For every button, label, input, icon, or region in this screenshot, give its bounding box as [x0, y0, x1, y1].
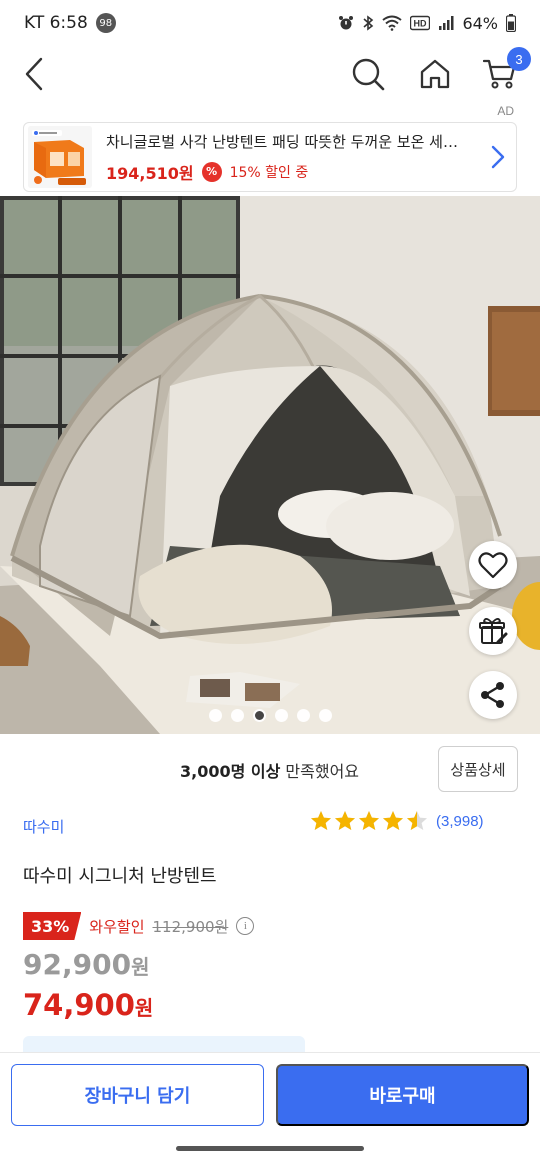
back-button[interactable]: [12, 52, 56, 96]
original-price: 112,900원: [152, 917, 229, 936]
star-rating: [310, 810, 428, 832]
star-icon: [335, 811, 355, 830]
ad-label: AD: [497, 104, 514, 118]
ad-title: 차니글로벌 사각 난방텐트 패딩 따뜻한 두꺼운 보온 세…: [106, 132, 458, 151]
star-icon: [383, 811, 403, 830]
sale-price-number: 92,900: [23, 948, 132, 981]
cart-button[interactable]: 3: [478, 47, 531, 96]
final-price: 74,900원: [23, 988, 153, 1022]
battery-icon: [506, 14, 516, 32]
rating[interactable]: (3,998): [310, 810, 484, 832]
star-icon: [311, 811, 331, 830]
satisfaction-count: 3,000명 이상: [180, 762, 281, 781]
home-icon: [420, 59, 450, 89]
discount-row: 33% 와우할인 112,900원 i: [23, 912, 255, 940]
gesture-bar[interactable]: [176, 1146, 364, 1151]
carousel-dot[interactable]: [318, 709, 332, 722]
alarm-icon: [338, 15, 354, 31]
top-nav: 3: [0, 46, 540, 102]
share-icon: [481, 682, 504, 708]
gift-button[interactable]: [469, 607, 517, 655]
carousel-dot[interactable]: [296, 709, 310, 722]
notification-badge: 98: [95, 13, 116, 33]
buy-now-button[interactable]: 바로구매: [276, 1064, 529, 1126]
satisfaction-suffix: 만족했어요: [280, 762, 360, 781]
bluetooth-icon: [362, 15, 374, 31]
cart-count-badge: 3: [507, 47, 531, 71]
info-icon[interactable]: i: [236, 917, 255, 935]
chevron-left-icon: [25, 57, 43, 91]
product-detail-page: KT 6:58 98 HD 64% 3 AD 차니글로벌 사각 난방텐트 패딩 …: [0, 0, 540, 1158]
wishlist-button[interactable]: [469, 541, 517, 589]
carousel-dot[interactable]: [230, 709, 244, 722]
sale-price: 92,900원: [23, 948, 149, 981]
sale-price-unit: 원: [131, 955, 150, 979]
percent-icon: %: [201, 161, 222, 182]
ad-thumbnail: [28, 126, 92, 188]
status-left: KT 6:58 98: [24, 13, 116, 33]
product-title: 따수미 시그니처 난방텐트: [23, 866, 217, 887]
wifi-icon: [382, 15, 403, 31]
bottom-action-bar: 장바구니 담기 바로구매: [0, 1052, 540, 1158]
status-bar: KT 6:58 98 HD 64%: [0, 0, 540, 46]
satisfaction-text: 3,000명 이상 만족했어요: [180, 758, 359, 782]
add-to-cart-button[interactable]: 장바구니 담기: [11, 1064, 264, 1126]
svg-text:HD: HD: [414, 19, 427, 29]
battery-percent: 64%: [462, 13, 498, 33]
product-detail-button[interactable]: 상품상세: [438, 746, 518, 792]
heart-icon: [478, 552, 508, 579]
ad-discount: 15% 할인 중: [229, 164, 309, 181]
signal-icon: [438, 15, 454, 31]
home-button[interactable]: [413, 52, 457, 96]
discount-badge: 33%: [23, 912, 82, 940]
carousel-dots: [0, 709, 540, 722]
star-icon: [407, 811, 427, 830]
final-price-unit: 원: [134, 996, 154, 1020]
tent-photo: [0, 196, 540, 734]
product-image-carousel[interactable]: [0, 196, 540, 734]
ad-price-row: 194,510원 % 15% 할인 중: [106, 160, 488, 184]
ad-banner[interactable]: 차니글로벌 사각 난방텐트 패딩 따뜻한 두꺼운 보온 세… 194,510원 …: [23, 122, 517, 192]
review-count[interactable]: (3,998): [436, 813, 484, 830]
final-price-number: 74,900: [23, 988, 135, 1022]
satisfaction-row: 3,000명 이상 만족했어요 상품상세: [0, 746, 540, 792]
star-icon: [359, 811, 379, 830]
ad-text: 차니글로벌 사각 난방텐트 패딩 따뜻한 두꺼운 보온 세… 194,510원 …: [106, 131, 488, 184]
gift-icon: [479, 618, 508, 644]
search-icon: [352, 58, 385, 91]
hd-icon: HD: [410, 15, 431, 31]
carousel-dot[interactable]: [274, 709, 288, 722]
brand-link[interactable]: 따수미: [23, 816, 64, 837]
carousel-dot[interactable]: [252, 709, 266, 722]
ad-price: 194,510원: [106, 163, 194, 183]
carousel-dot[interactable]: [208, 709, 222, 722]
wow-discount-label: 와우할인: [89, 917, 145, 936]
chevron-right-icon: [488, 145, 508, 169]
status-right: HD 64%: [338, 14, 516, 33]
carrier-time: KT 6:58: [24, 13, 88, 33]
search-button[interactable]: [346, 52, 390, 96]
